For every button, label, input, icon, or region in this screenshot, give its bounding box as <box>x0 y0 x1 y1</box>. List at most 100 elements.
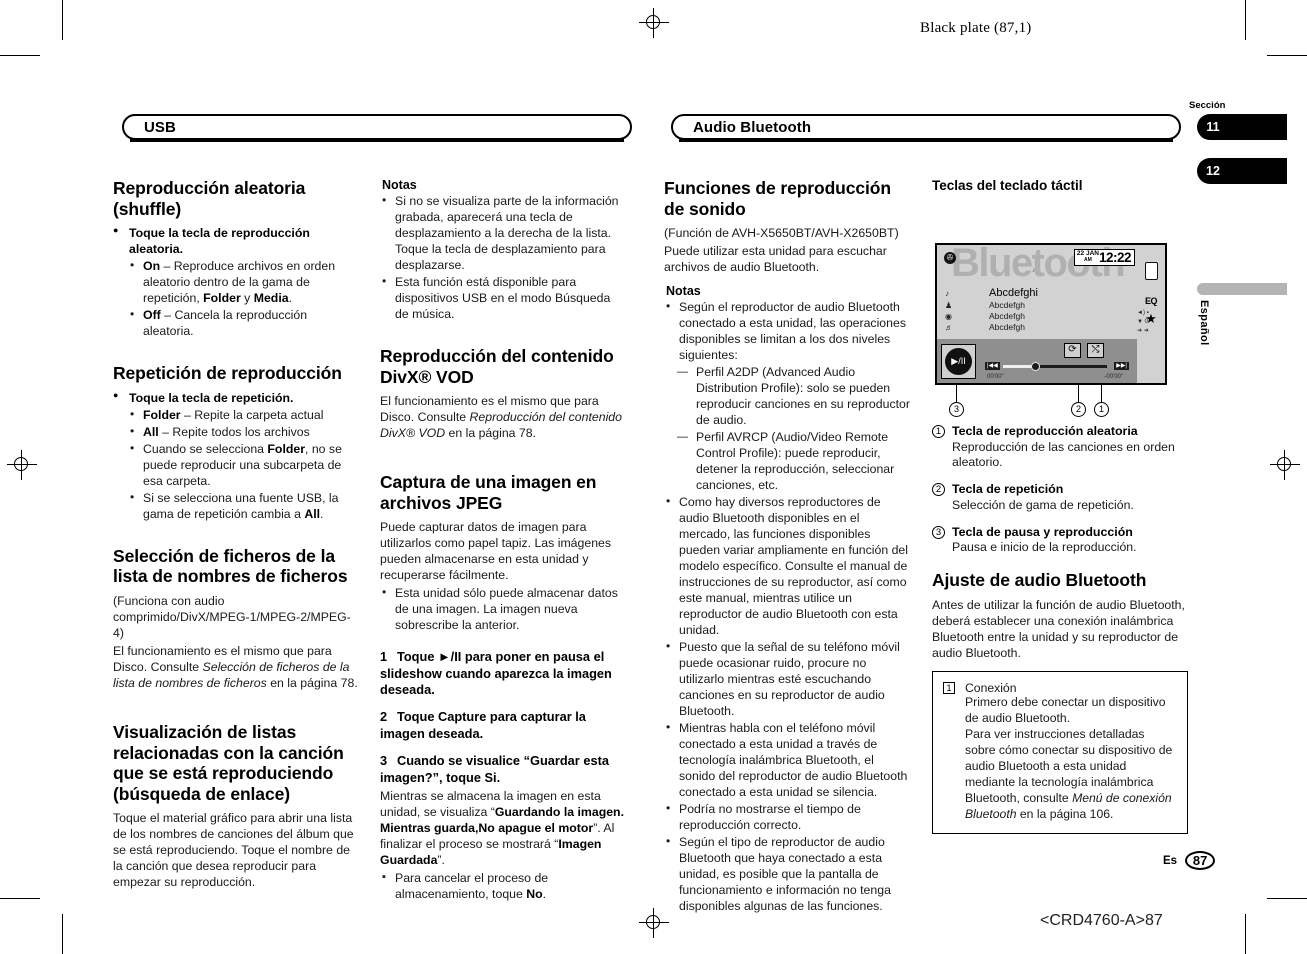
heading-link-search: Visualización de listas relacionadas con… <box>113 721 344 804</box>
music-note-icon: ♪ <box>1032 267 1036 274</box>
list-item: On – Reproduce archivos en orden aleator… <box>113 258 359 307</box>
phone-icon[interactable] <box>1144 262 1158 280</box>
list-item: Perfil AVRCP (Audio/Video Remote Control… <box>664 430 910 494</box>
heading-shuffle: Reproducción aleatoria (shuffle) <box>113 178 306 219</box>
page-number-group: Es 87 <box>1163 851 1216 870</box>
callout-desc: Selección de gama de repetición. <box>952 497 1134 512</box>
track-row: ♪ Abcdefghi <box>945 287 1038 299</box>
list-item: Folder – Repite la carpeta actual <box>113 407 359 424</box>
play-pause-button[interactable]: ▶/II <box>941 344 976 379</box>
list-item: Off – Cancela la reproducción aleatoria. <box>113 307 359 340</box>
date-text: 22 JAN <box>1076 250 1099 257</box>
list-item: Si no se visualiza parte de la informaci… <box>380 193 626 274</box>
callout-number-2: 2 <box>1075 404 1081 414</box>
list-item: Esta unidad sólo puede almacenar datos d… <box>380 585 626 634</box>
step-1: 1 Toque ►/II para poner en pausa el slide… <box>380 649 626 698</box>
notas-heading: Notas <box>382 178 417 192</box>
option-folder-label: Folder <box>203 291 241 306</box>
option-media-label: Media <box>253 291 289 306</box>
next-track-icon[interactable]: ▶▶| <box>1114 362 1129 370</box>
list-item: Puesto que la señal de su teléfono móvil… <box>664 639 910 720</box>
section-tab-12: 12 <box>1197 158 1287 184</box>
callout-title: Tecla de pausa y reproducción <box>952 524 1133 539</box>
heading-bluetooth-audio-setup: Ajuste de audio Bluetooth <box>932 570 1147 591</box>
section-tab-11: 11 <box>1197 114 1287 140</box>
list-item: Podría no mostrarse el tiempo de reprodu… <box>664 801 910 834</box>
step-text: Toque ►/II para poner en pausa el slides… <box>380 649 612 698</box>
page-number: 87 <box>1185 851 1216 870</box>
eq-icon[interactable]: EQ <box>1145 296 1158 306</box>
banner-usb-label: USB <box>144 118 176 136</box>
track-album: Abcdefgh <box>989 311 1025 321</box>
jpeg-capture-text: Puede capturar datos de imagen para util… <box>380 520 612 583</box>
seccion-label: Sección <box>1189 100 1226 111</box>
callout-item: 1 Tecla de reproducción aleatoria Reprod… <box>932 424 1188 471</box>
shuffle-icon[interactable]: ⤭ <box>1087 343 1104 358</box>
repeat-list: Toque la tecla de repetición. Folder – R… <box>113 390 359 523</box>
artist-icon: ♟ <box>945 300 953 310</box>
track-row: ◉ Abcdefgh <box>945 311 1038 321</box>
ampm-text: AM <box>1084 257 1092 263</box>
repeat-icon[interactable]: ⟳ <box>1064 343 1081 358</box>
file-selection-text: El funcionamiento es el mismo que para D… <box>113 644 359 692</box>
list-item: Esta función está disponible para dispos… <box>380 274 626 323</box>
play-pause-glyph: ▶/II <box>945 348 972 375</box>
step-3-cancel-list: Para cancelar el proceso de almacenamien… <box>380 870 626 903</box>
callout-leaders: ③ ② ① 3 2 1 <box>935 385 1167 417</box>
heading-repeat: Repetición de reproducción <box>113 363 342 384</box>
list-item: Según el reproductor de audio Bluetooth … <box>664 299 910 364</box>
column-2: Notas Si no se visualiza parte de la inf… <box>380 178 626 904</box>
banner-audio-bluetooth-label: Audio Bluetooth <box>693 118 812 136</box>
option-folder-text: – Repite la carpeta actual <box>180 407 324 422</box>
callout-item: 2 Tecla de repetición Selección de gama … <box>932 482 1188 513</box>
callout-badge-3: 3 <box>932 525 945 539</box>
connection-note-row: 1 Conexión Primero debe conectar un disp… <box>943 681 1177 823</box>
manual-page: USB Audio Bluetooth Reproducción aleator… <box>0 0 1307 954</box>
step-text: Cuando se visualice “Guardar esta imagen… <box>380 753 609 785</box>
seek-thumb[interactable] <box>1031 362 1040 371</box>
text-part-c: en la página 78. <box>266 675 358 690</box>
track-title: Abcdefghi <box>989 287 1038 299</box>
text-part-c: en la página 106. <box>1016 806 1114 821</box>
column-4: Teclas del teclado táctil <box>932 178 1188 199</box>
note-badge: 1 <box>943 682 955 695</box>
step-3: 3 Cuando se visualice “Guardar esta image… <box>380 753 626 786</box>
genre-icon: ♬ <box>945 322 953 332</box>
list-item: Cuando se selecciona Folder, no se puede… <box>113 441 359 490</box>
track-info-rows: ♪ Abcdefghi ♟ Abcdefgh ◉ Abcdefgh ♬ Abcdefgh <box>945 287 1038 333</box>
note-text-1: Primero debe conectar un dispositivo de … <box>965 695 1166 725</box>
leader-line-3 <box>956 385 957 402</box>
callout-badge-1: 1 <box>932 425 945 438</box>
connection-note-box: 1 Conexión Primero debe conectar un disp… <box>932 671 1188 834</box>
callout-number-3: 3 <box>953 404 959 414</box>
note-title: Conexión <box>965 681 1017 696</box>
callout-title: Tecla de repetición <box>952 482 1064 497</box>
track-row: ♟ Abcdefgh <box>945 300 1038 310</box>
heading-file-selection: Selección de ficheros de la lista de nom… <box>113 545 348 587</box>
seek-bar[interactable]: |◀◀ ▶▶| <box>985 362 1129 371</box>
text-part-e: ”. <box>437 852 445 867</box>
device-side-bar[interactable]: EQ ★ ◄) ▪ ▼ 0 ➜ ➜ <box>1137 245 1165 383</box>
callout-number-1: 1 <box>1098 404 1104 414</box>
column-3: Funciones de reproducción de sonido (Fun… <box>664 178 910 916</box>
elapsed-time: 00'00" <box>987 374 1004 380</box>
column-1: Reproducción aleatoria (shuffle) Toque l… <box>113 178 359 899</box>
step-number: 1 <box>380 649 388 665</box>
notas-list: Si no se visualiza parte de la informaci… <box>380 193 626 323</box>
note-part-c: . <box>320 506 324 521</box>
previous-track-icon[interactable]: |◀◀ <box>985 362 1000 370</box>
list-item: Toque la tecla de reproducción aleatoria… <box>113 225 359 258</box>
note-bold: All <box>304 506 321 521</box>
callout-desc: Reproducción de las canciones en orden a… <box>952 439 1175 470</box>
list-item: Según el tipo de reproductor de audio Bl… <box>664 834 910 915</box>
callout-legend: 1 Tecla de reproducción aleatoria Reprod… <box>932 424 1188 834</box>
callout-title: Tecla de reproducción aleatoria <box>952 424 1138 438</box>
list-item: Para cancelar el proceso de almacenamien… <box>380 870 626 903</box>
callout-desc: Pausa e inicio de la reproducción. <box>952 540 1137 555</box>
track-row: ♬ Abcdefgh <box>945 322 1038 332</box>
option-all-text: – Repite todos los archivos <box>158 424 310 439</box>
step-2: 2 Toque Capture para capturar la imagen d… <box>380 709 626 742</box>
link-search-text: Toque el material gráfico para abrir una… <box>113 811 354 890</box>
text-part-c: en la página 78. <box>445 426 537 441</box>
list-item: Mientras habla con el teléfono móvil con… <box>664 720 910 801</box>
